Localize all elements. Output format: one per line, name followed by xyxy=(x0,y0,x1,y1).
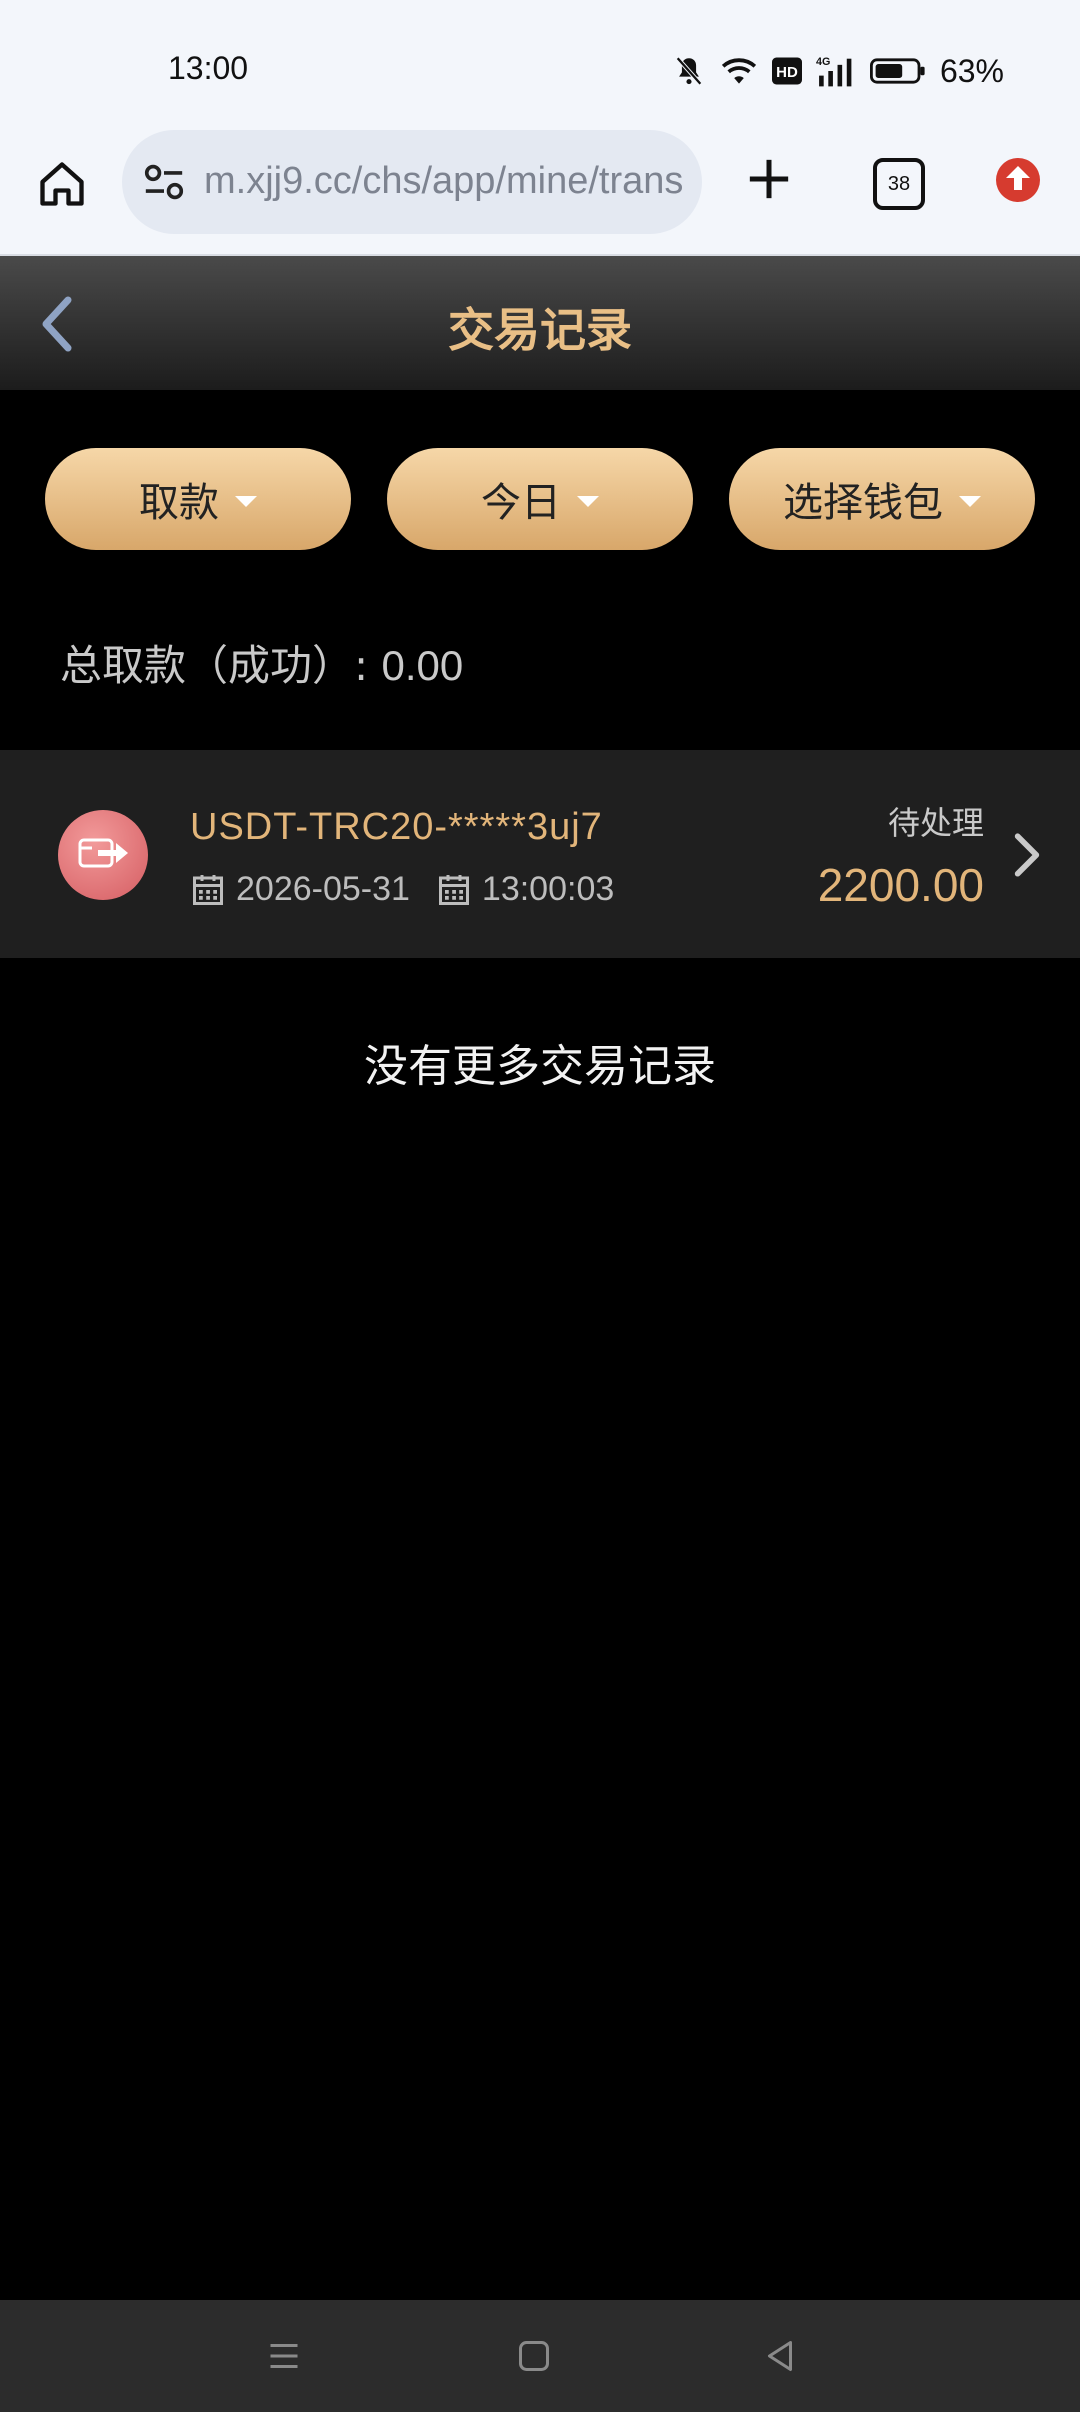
transaction-wallet-name: USDT-TRC20-*****3uj7 xyxy=(190,806,603,848)
withdraw-wallet-icon xyxy=(58,810,148,900)
no-more-records-text: 没有更多交易记录 xyxy=(364,1041,716,1092)
page-title: 交易记录 xyxy=(448,303,632,357)
wifi-icon xyxy=(721,58,757,84)
filter-type-label: 取款 xyxy=(139,480,219,526)
tabs-button[interactable]: 38 xyxy=(873,158,925,210)
transaction-date: 2026-05-31 xyxy=(236,870,410,908)
svg-text:HD: HD xyxy=(776,64,798,81)
filter-wallet-label: 选择钱包 xyxy=(783,480,943,526)
status-bar: 13:00 HD 4G 63% xyxy=(0,0,1080,124)
site-settings-icon[interactable] xyxy=(142,162,186,202)
withdraw-summary: 总取款（成功）: 0.00 xyxy=(60,632,463,693)
filter-wallet-dropdown[interactable]: 选择钱包 xyxy=(729,448,1035,550)
filter-date-label: 今日 xyxy=(481,480,561,526)
battery-icon xyxy=(869,58,925,84)
bell-muted-icon xyxy=(676,56,702,86)
status-time: 13:00 xyxy=(168,50,249,86)
home-icon[interactable] xyxy=(36,158,88,210)
summary-label: 总取款（成功）: xyxy=(60,641,369,690)
transaction-row[interactable]: USDT-TRC20-*****3uj7 2026-05-31 13:00:03… xyxy=(0,750,1080,958)
new-tab-plus-icon[interactable] xyxy=(746,156,792,202)
chevron-right-icon[interactable] xyxy=(1012,830,1042,880)
back-triangle-icon[interactable] xyxy=(762,2338,798,2374)
filter-date-dropdown[interactable]: 今日 xyxy=(387,448,693,550)
filter-bar: 取款 今日 选择钱包 xyxy=(0,448,1080,550)
status-icons: HD 4G 63% xyxy=(672,48,1004,94)
battery-percentage: 63% xyxy=(939,52,1004,89)
svg-text:4G: 4G xyxy=(816,56,830,68)
update-arrow-icon[interactable] xyxy=(994,156,1042,204)
app-header: 交易记录 xyxy=(0,256,1080,390)
url-text[interactable]: m.xjj9.cc/chs/app/mine/trans xyxy=(204,160,683,203)
calendar-icon xyxy=(193,874,223,905)
system-nav-bar xyxy=(0,2300,1080,2412)
filter-type-dropdown[interactable]: 取款 xyxy=(45,448,351,550)
summary-value: 0.00 xyxy=(381,642,464,689)
transaction-amount: 2200.00 xyxy=(817,859,984,911)
menu-icon[interactable] xyxy=(266,2338,302,2374)
transaction-datetime: 2026-05-31 13:00:03 xyxy=(190,870,614,909)
home-square-icon[interactable] xyxy=(516,2338,552,2374)
transaction-status: 待处理 xyxy=(887,804,984,842)
transaction-time: 13:00:03 xyxy=(481,870,615,908)
clock-calendar-icon xyxy=(438,874,469,905)
browser-toolbar: m.xjj9.cc/chs/app/mine/trans 38 xyxy=(0,124,1080,256)
caret-down-icon xyxy=(577,495,599,507)
4g-signal-icon: 4G xyxy=(816,56,852,87)
hd-icon: HD xyxy=(771,57,802,85)
caret-down-icon xyxy=(235,495,257,507)
caret-down-icon xyxy=(959,495,981,507)
address-bar[interactable]: m.xjj9.cc/chs/app/mine/trans xyxy=(122,130,702,234)
